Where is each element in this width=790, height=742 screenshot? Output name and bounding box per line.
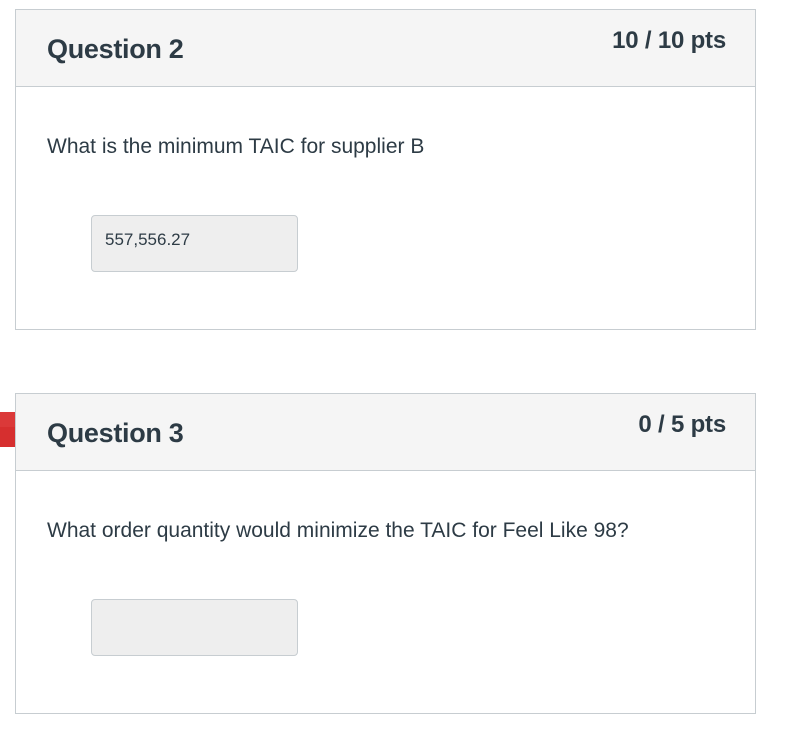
question-2-header: Question 2 10 / 10 pts — [16, 10, 755, 87]
question-2-points: 10 / 10 pts — [612, 27, 726, 54]
question-3-header: Question 3 0 / 5 pts — [16, 394, 755, 471]
question-3-points: 0 / 5 pts — [638, 411, 726, 438]
question-3-text: What order quantity would minimize the T… — [47, 519, 629, 542]
question-2-title: Question 2 — [47, 34, 184, 64]
question-3-title: Question 3 — [47, 418, 184, 448]
question-2-answer-field[interactable]: 557,556.27 — [91, 215, 298, 272]
question-2-text: What is the minimum TAIC for supplier B — [47, 135, 425, 158]
question-2-card: Question 2 10 / 10 pts What is the minim… — [15, 9, 756, 330]
question-3-card: Question 3 0 / 5 pts What order quantity… — [15, 393, 756, 714]
question-3-answer-field[interactable] — [91, 599, 298, 656]
